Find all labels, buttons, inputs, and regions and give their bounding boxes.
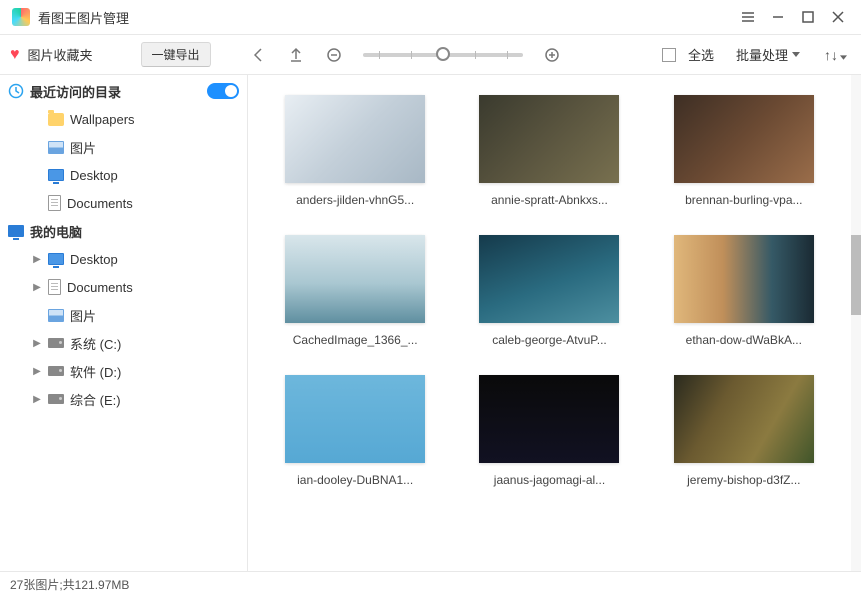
sidebar-item-label: 图片 (70, 306, 96, 325)
folder-icon (48, 113, 64, 126)
close-button[interactable] (823, 2, 853, 32)
app-icon (12, 8, 30, 26)
grid-item[interactable]: jeremy-bishop-d3fZ... (667, 375, 821, 487)
expander-icon[interactable]: ▶ (32, 366, 42, 377)
computer-icon (8, 225, 24, 237)
sidebar-item-label: Wallpapers (70, 112, 135, 127)
statusbar: 27张图片;共121.97MB (0, 571, 861, 597)
thumbnail[interactable] (479, 235, 619, 323)
monitor-icon (48, 253, 64, 265)
grid-item-name: jeremy-bishop-d3fZ... (669, 473, 819, 487)
sidebar: 最近访问的目录 Wallpapers 图片 Desktop Documents … (0, 75, 248, 571)
export-button[interactable]: 一键导出 (141, 42, 211, 67)
sidebar-item-label: Documents (67, 280, 133, 295)
recent-toggle[interactable] (207, 83, 239, 99)
sidebar-item[interactable]: ▶ 系统 (C:) (0, 329, 247, 357)
zoom-slider-thumb[interactable] (436, 47, 450, 61)
sidebar-item[interactable]: ▶ Documents (0, 273, 247, 301)
recent-section-label: 最近访问的目录 (30, 82, 121, 101)
mypc-section-label: 我的电脑 (30, 222, 82, 241)
minimize-button[interactable] (763, 2, 793, 32)
favorites-label[interactable]: 图片收藏夹 (28, 45, 93, 64)
mypc-section-header[interactable]: 我的电脑 (0, 217, 247, 245)
grid-item-name: anders-jilden-vhnG5... (280, 193, 430, 207)
thumbnail[interactable] (674, 95, 814, 183)
grid-item[interactable]: anders-jilden-vhnG5... (278, 95, 432, 207)
sidebar-item[interactable]: 图片 (0, 301, 247, 329)
batch-dropdown[interactable]: 批量处理 (736, 45, 800, 64)
sidebar-item[interactable]: Wallpapers (0, 105, 247, 133)
recent-section-header[interactable]: 最近访问的目录 (0, 77, 247, 105)
select-all-checkbox[interactable] (662, 48, 676, 62)
sidebar-item-label: Desktop (70, 252, 118, 267)
sidebar-item-label: 软件 (D:) (70, 362, 121, 381)
thumbnail[interactable] (285, 235, 425, 323)
document-icon (48, 279, 61, 295)
thumbnail[interactable] (479, 375, 619, 463)
thumbnail[interactable] (285, 95, 425, 183)
zoom-in-button[interactable] (537, 40, 567, 70)
grid-item-name: CachedImage_1366_... (280, 333, 430, 347)
menu-button[interactable] (733, 2, 763, 32)
thumbnail[interactable] (285, 375, 425, 463)
sidebar-item[interactable]: ▶ Desktop (0, 245, 247, 273)
content-grid[interactable]: anders-jilden-vhnG5... annie-spratt-Abnk… (248, 75, 851, 571)
sidebar-item[interactable]: 图片 (0, 133, 247, 161)
grid-item-name: annie-spratt-Abnkxs... (474, 193, 624, 207)
monitor-icon (48, 169, 64, 181)
sort-button[interactable]: ↑↓ (820, 47, 851, 63)
expander-icon[interactable]: ▶ (32, 282, 42, 293)
sidebar-item[interactable]: Documents (0, 189, 247, 217)
drive-icon (48, 366, 64, 376)
sidebar-item[interactable]: Desktop (0, 161, 247, 189)
expander-icon[interactable]: ▶ (32, 394, 42, 405)
heart-icon: ♥ (10, 46, 20, 64)
toolbar: ♥ 图片收藏夹 一键导出 全选 批量处理 ↑↓ (0, 35, 861, 75)
grid-item[interactable]: annie-spratt-Abnkxs... (472, 95, 626, 207)
drive-icon (48, 338, 64, 348)
expander-icon[interactable]: ▶ (32, 254, 42, 265)
main-area: 最近访问的目录 Wallpapers 图片 Desktop Documents … (0, 75, 861, 571)
sidebar-item-label: 图片 (70, 138, 96, 157)
zoom-out-button[interactable] (319, 40, 349, 70)
sidebar-item-label: Documents (67, 196, 133, 211)
sidebar-item-label: 综合 (E:) (70, 390, 121, 409)
grid-item[interactable]: jaanus-jagomagi-al... (472, 375, 626, 487)
drive-icon (48, 394, 64, 404)
up-button[interactable] (281, 40, 311, 70)
grid-item[interactable]: caleb-george-AtvuP... (472, 235, 626, 347)
grid-item[interactable]: brennan-burling-vpa... (667, 95, 821, 207)
thumbnail[interactable] (479, 95, 619, 183)
image-icon (48, 141, 64, 154)
grid-item-name: ian-dooley-DuBNA1... (280, 473, 430, 487)
sidebar-item[interactable]: ▶ 软件 (D:) (0, 357, 247, 385)
back-button[interactable] (243, 40, 273, 70)
sidebar-item-label: Desktop (70, 168, 118, 183)
maximize-button[interactable] (793, 2, 823, 32)
sidebar-item[interactable]: ▶ 综合 (E:) (0, 385, 247, 413)
thumbnail[interactable] (674, 375, 814, 463)
select-all-label[interactable]: 全选 (688, 45, 714, 64)
titlebar: 看图王图片管理 (0, 0, 861, 35)
grid-item-name: brennan-burling-vpa... (669, 193, 819, 207)
grid-item[interactable]: CachedImage_1366_... (278, 235, 432, 347)
grid-item-name: jaanus-jagomagi-al... (474, 473, 624, 487)
grid-item-name: caleb-george-AtvuP... (474, 333, 624, 347)
zoom-slider[interactable] (363, 53, 523, 57)
scrollbar[interactable] (851, 75, 861, 571)
window-title: 看图王图片管理 (38, 8, 733, 27)
image-icon (48, 309, 64, 322)
thumbnail[interactable] (674, 235, 814, 323)
scrollbar-thumb[interactable] (851, 235, 861, 315)
document-icon (48, 195, 61, 211)
sidebar-item-label: 系统 (C:) (70, 334, 121, 353)
grid-item-name: ethan-dow-dWaBkA... (669, 333, 819, 347)
expander-icon[interactable]: ▶ (32, 338, 42, 349)
status-text: 27张图片;共121.97MB (10, 576, 129, 593)
grid-item[interactable]: ethan-dow-dWaBkA... (667, 235, 821, 347)
grid-item[interactable]: ian-dooley-DuBNA1... (278, 375, 432, 487)
